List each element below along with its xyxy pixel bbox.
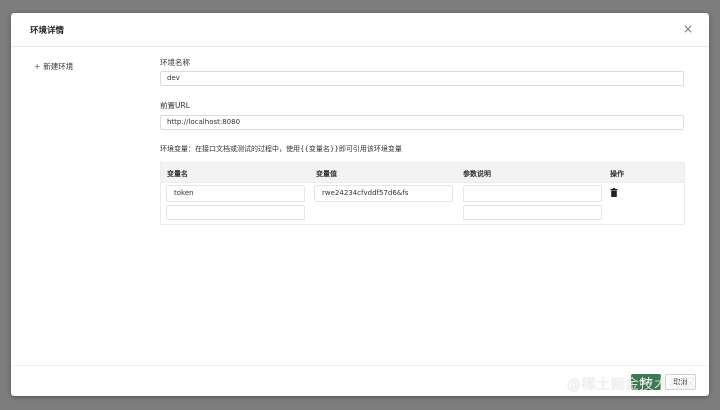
dialog-title: 环境详情: [30, 26, 65, 36]
column-header-name: 变量名: [167, 170, 188, 178]
variable-description-input[interactable]: [463, 185, 602, 202]
table-header: 变量名 变量值 参数说明 操作: [161, 163, 684, 183]
variable-name-input[interactable]: token: [166, 185, 305, 202]
environment-details-dialog: 环境详情 × + 新建环境 环境名称 dev 前置URL http://local…: [11, 13, 709, 396]
url-label: 前置URL: [160, 101, 190, 110]
column-header-description: 参数说明: [463, 170, 491, 178]
plus-icon: +: [34, 62, 41, 71]
trash-icon[interactable]: [610, 188, 618, 197]
env-name-input[interactable]: dev: [160, 71, 684, 86]
variables-hint: 环境变量：在接口文档或测试的过程中，使用{{变量名}}即可引用该环境变量: [160, 145, 402, 153]
watermark: @稀土掘金技术社区: [567, 377, 698, 393]
variable-name-input-empty[interactable]: [166, 205, 305, 220]
env-name-label: 环境名称: [160, 58, 190, 67]
variable-value-input[interactable]: rwe24234cfvddf57d6&fs: [314, 185, 453, 202]
url-input[interactable]: http://localhost:8080: [160, 115, 684, 130]
new-environment-button[interactable]: + 新建环境: [34, 61, 73, 72]
new-environment-label: 新建环境: [43, 62, 74, 71]
dialog-header: 环境详情 ×: [11, 13, 709, 47]
variables-table: 变量名 变量值 参数说明 操作 token rwe24234cfvddf57d6…: [160, 162, 685, 225]
close-icon[interactable]: ×: [680, 21, 696, 37]
variable-description-input-empty[interactable]: [463, 205, 602, 220]
column-header-actions: 操作: [610, 170, 624, 178]
column-header-value: 变量值: [316, 170, 337, 178]
footer-divider: [11, 365, 709, 366]
